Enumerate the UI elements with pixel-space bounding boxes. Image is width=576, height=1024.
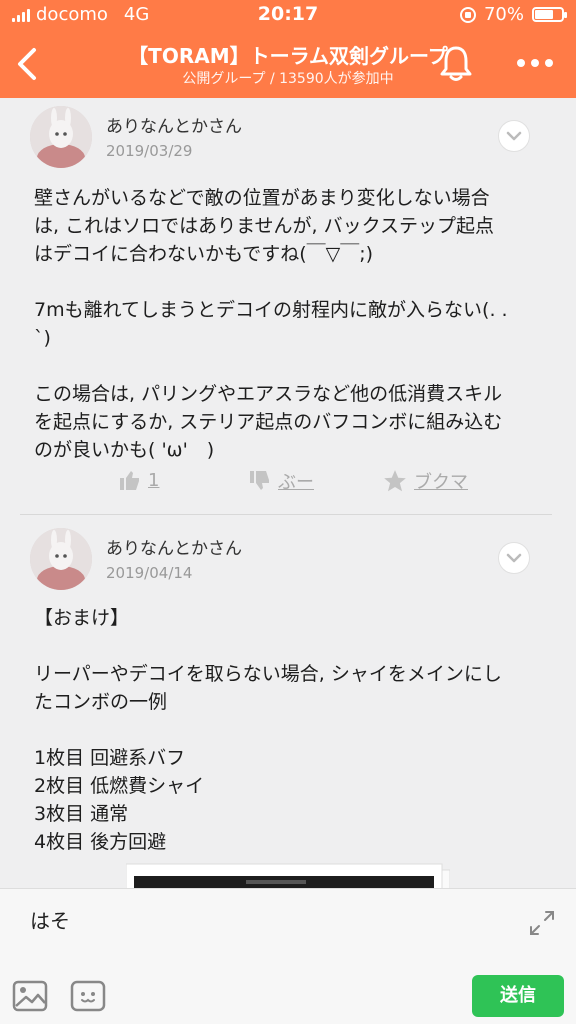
expand-icon [530, 911, 554, 935]
send-button[interactable]: 送信 [472, 975, 564, 1017]
chevron-left-icon [18, 48, 36, 80]
group-header: 【TORAM】トーラム双剣グループ 公開グループ / 13590人が参加中 [0, 30, 576, 98]
avatar-image [30, 528, 92, 590]
post-body: 【おまけ】 リーパーやデコイを取らない場合, シャイをメインにし たコンボの一例… [34, 604, 546, 884]
status-bar: docomo 4G 20:17 70% [0, 0, 576, 30]
divider [20, 514, 552, 515]
star-icon [384, 470, 406, 492]
bell-icon [440, 46, 472, 81]
post-menu-button[interactable] [498, 542, 530, 574]
sticker-icon [70, 980, 106, 1012]
chevron-down-icon [506, 553, 522, 563]
post-paragraph: この場合は, パリングやエアスラなど他の低消費スキル を起点にするか, ステリア… [34, 383, 503, 461]
post-paragraph: 1枚目 回避系バフ 2枚目 低燃費シャイ 3枚目 通常 4枚目 後方回避 [34, 747, 205, 853]
rotation-lock-icon [459, 6, 476, 23]
back-button[interactable] [10, 42, 46, 86]
post-paragraph: 壁さんがいるなどで敵の位置があまり変化しない場合 は, これはソロではありません… [34, 187, 495, 265]
boo-label: ぶー [278, 472, 314, 493]
author-name[interactable]: ありなんとかさん [106, 534, 242, 559]
attachment-thumbnail [125, 863, 451, 888]
bookmark-button[interactable]: ブクマ [382, 468, 468, 494]
image-upload-button[interactable] [12, 979, 48, 1013]
boo-button[interactable]: ぶー [248, 468, 314, 494]
image-icon [12, 980, 48, 1012]
avatar[interactable] [30, 528, 92, 590]
more-dots-icon [517, 59, 553, 67]
chevron-down-icon [506, 131, 522, 141]
post-paragraph: 【おまけ】 [34, 607, 130, 629]
more-button[interactable] [510, 48, 560, 78]
post-feed[interactable]: ありなんとかさん 2019/03/29 壁さんがいるなどで敵の位置があまり変化し… [0, 98, 576, 888]
post-paragraph: 7mも離れてしまうとデコイの射程内に敵が入らない(. . `) [34, 299, 508, 349]
author-name[interactable]: ありなんとかさん [106, 112, 242, 137]
comment-input[interactable]: はそ [30, 905, 500, 934]
avatar-image [30, 106, 92, 168]
battery-icon [532, 7, 567, 22]
post-actions: 1 ぶー ブクマ [0, 468, 576, 502]
thumbs-down-icon [250, 471, 269, 490]
battery-percent: 70% [483, 4, 524, 25]
bookmark-label: ブクマ [414, 472, 468, 493]
comment-composer: はそ 送信 [0, 888, 576, 1024]
post-date: 2019/04/14 [106, 564, 193, 582]
post-date: 2019/03/29 [106, 142, 193, 160]
avatar[interactable] [30, 106, 92, 168]
like-count: 1 [148, 469, 160, 491]
post-paragraph: リーパーやデコイを取らない場合, シャイをメインにし たコンボの一例 [34, 663, 502, 713]
image-attachment[interactable] [125, 862, 451, 888]
notification-button[interactable] [436, 42, 476, 84]
post-body: 壁さんがいるなどで敵の位置があまり変化しない場合 は, これはソロではありません… [34, 184, 546, 492]
like-button[interactable]: 1 [118, 468, 159, 492]
sticker-button[interactable] [70, 979, 106, 1013]
post-menu-button[interactable] [498, 120, 530, 152]
expand-button[interactable] [528, 909, 556, 937]
thumbs-up-icon [120, 471, 139, 490]
